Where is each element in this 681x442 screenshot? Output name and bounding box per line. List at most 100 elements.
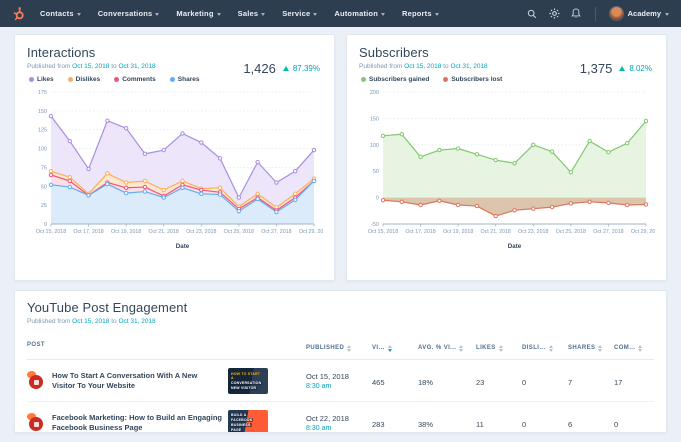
chevron-down-icon <box>434 12 439 16</box>
svg-text:100: 100 <box>38 147 47 153</box>
nav-item-automation[interactable]: Automation <box>334 9 385 18</box>
legend-item-likes[interactable]: Likes <box>29 76 54 83</box>
post-title-link[interactable]: Facebook Marketing: How to Build an Enga… <box>52 413 222 432</box>
table-date-range: Published from Oct 15, 2018 to Oct 31, 2… <box>27 318 654 325</box>
svg-text:Date: Date <box>508 243 522 250</box>
likes-cell: 23 <box>476 372 522 390</box>
dislikes-cell: 0 <box>522 372 568 390</box>
chevron-down-icon <box>665 12 669 16</box>
avg-viewed-cell: 38% <box>418 414 476 432</box>
column-header-label[interactable]: PUBLISHED <box>306 344 352 352</box>
thumbnail-text: HOW TO START A <box>231 371 261 380</box>
subscribers-total: 1,375 <box>579 61 613 76</box>
svg-text:100: 100 <box>370 143 379 149</box>
date-end-link[interactable]: Oct 31, 2018 <box>450 63 487 70</box>
views-cell: 283 <box>372 414 418 432</box>
cell-value: 7 <box>568 377 573 387</box>
top-nav: Contacts Conversations Marketing Sales Servi… <box>0 0 681 27</box>
column-header-label[interactable]: SHARES <box>568 344 603 352</box>
post-title-link[interactable]: How To Start A Conversation With A New V… <box>52 371 222 391</box>
cell-value: 38% <box>418 419 434 429</box>
nav-item-reports[interactable]: Reports <box>402 9 439 18</box>
column-header-label[interactable]: VI... <box>372 344 392 352</box>
date-start-link[interactable]: Oct 15, 2018 <box>72 318 109 325</box>
sort-up-icon <box>498 344 503 348</box>
nav-item-contacts[interactable]: Contacts <box>40 9 81 18</box>
svg-text:Oct 15, 2018: Oct 15, 2018 <box>368 229 398 235</box>
column-header-label[interactable]: LIKES <box>476 344 503 352</box>
sort-down-icon <box>387 348 392 352</box>
svg-text:Oct 29, 2018: Oct 29, 2018 <box>631 229 655 235</box>
column-header-label[interactable]: DISLI... <box>522 344 553 352</box>
published-time-link[interactable]: 8:30 am <box>306 425 372 432</box>
gear-icon[interactable] <box>549 8 560 19</box>
to-word: to <box>111 63 117 70</box>
legend-item-subscribers-lost[interactable]: Subscribers lost <box>443 76 502 83</box>
date-end-link[interactable]: Oct 31, 2018 <box>118 63 155 70</box>
table-row[interactable]: How To Start A Conversation With A New V… <box>26 360 654 402</box>
column-header-label[interactable]: COM... <box>614 344 643 352</box>
table-title: YouTube Post Engagement <box>27 300 188 315</box>
published-cell: Oct 22, 2018 8:30 am <box>306 414 372 432</box>
legend-label: Dislikes <box>75 76 101 83</box>
video-thumbnail[interactable]: BUILD A FACEBOOK BUSINESS PAGE <box>228 409 268 432</box>
account-menu[interactable]: Academy <box>608 6 669 21</box>
svg-text:150: 150 <box>370 116 379 122</box>
thumbnail-text: CONVERSATION <box>230 380 263 385</box>
search-icon[interactable] <box>527 8 538 19</box>
legend-item-dislikes[interactable]: Dislikes <box>67 76 101 83</box>
nav-item-label: Conversations <box>97 9 153 18</box>
youtube-channel-icon <box>29 417 43 431</box>
cell-value: 283 <box>372 419 385 429</box>
legend-item-shares[interactable]: Shares <box>169 76 199 83</box>
nav-item-label: Service <box>282 9 311 18</box>
svg-text:0: 0 <box>44 222 47 228</box>
sort-down-icon <box>498 348 503 352</box>
date-end-link[interactable]: Oct 31, 2018 <box>118 318 155 325</box>
nav-item-label: Automation <box>334 9 378 18</box>
video-thumbnail[interactable]: HOW TO START A CONVERSATION NEW VISITOR <box>228 367 268 394</box>
sort-up-icon <box>459 344 464 348</box>
sort-arrows-icon[interactable] <box>638 344 643 352</box>
account-label: Academy <box>627 9 661 18</box>
date-start-link[interactable]: Oct 15, 2018 <box>404 63 441 70</box>
svg-text:Oct 21, 2018: Oct 21, 2018 <box>149 229 179 235</box>
svg-text:Oct 17, 2018: Oct 17, 2018 <box>405 229 435 235</box>
svg-text:75: 75 <box>41 165 47 171</box>
cell-value: 23 <box>476 377 485 387</box>
chevron-down-icon <box>155 12 160 16</box>
legend-label: Subscribers lost <box>451 76 503 83</box>
trend-up-icon <box>619 66 626 71</box>
sort-down-icon <box>598 348 603 352</box>
hubspot-logo-icon[interactable] <box>10 5 28 23</box>
published-prefix: Published from <box>27 318 71 325</box>
interactions-change: 87.39% <box>292 64 320 73</box>
legend-item-subscribers-gained[interactable]: Subscribers gained <box>361 76 429 83</box>
sort-arrows-icon[interactable] <box>387 344 392 352</box>
column-header-disli: DISLI... <box>522 336 568 354</box>
nav-item-conversations[interactable]: Conversations <box>98 9 160 18</box>
notifications-bell-icon[interactable] <box>571 8 582 19</box>
sort-arrows-icon[interactable] <box>498 344 503 352</box>
svg-text:Oct 19, 2018: Oct 19, 2018 <box>111 229 141 235</box>
date-start-link[interactable]: Oct 15, 2018 <box>72 63 109 70</box>
table-row[interactable]: Facebook Marketing: How to Build an Enga… <box>26 402 654 432</box>
nav-item-sales[interactable]: Sales <box>238 9 266 18</box>
comments-cell: 17 <box>614 372 654 390</box>
chart-0-svg: 0 25 50 75 100 125 150 175 Oct 15, 2018 Oct 17, 2… <box>36 90 329 250</box>
nav-item-marketing[interactable]: Marketing <box>176 9 221 18</box>
sort-arrows-icon[interactable] <box>598 344 603 352</box>
interactions-total: 1,426 <box>243 61 276 76</box>
sort-arrows-icon[interactable] <box>347 344 352 352</box>
sort-arrows-icon[interactable] <box>548 344 553 352</box>
sort-arrows-icon[interactable] <box>459 344 464 352</box>
table-body: How To Start A Conversation With A New V… <box>26 360 654 432</box>
cell-value: 465 <box>372 377 385 387</box>
column-header-label[interactable]: AVG. % VI... <box>418 344 464 352</box>
published-time-link[interactable]: 8:30 am <box>306 383 372 390</box>
nav-item-service[interactable]: Service <box>282 9 318 18</box>
subscribers-chart: -50 0 50 100 150 200 Oct 15, 2018 Oct 17, 2018 O… <box>359 85 661 256</box>
cell-value: 17 <box>614 377 623 387</box>
legend-dot-icon <box>67 77 73 82</box>
legend-item-comments[interactable]: Comments <box>114 76 156 83</box>
